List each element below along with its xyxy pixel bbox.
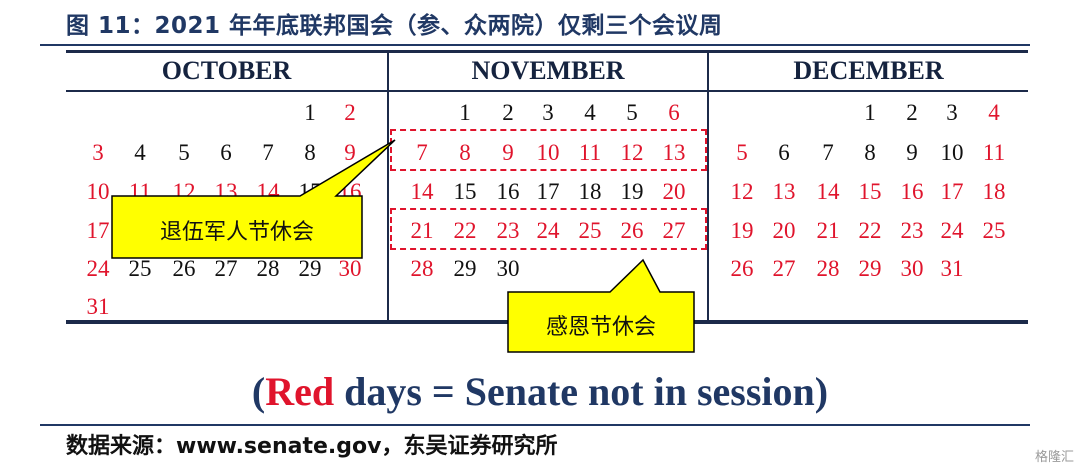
source-rule xyxy=(40,424,1030,426)
legend-open: ( xyxy=(251,369,266,414)
legend-red-word: Red xyxy=(265,369,335,414)
veterans-callout-label: 退伍军人节休会 xyxy=(159,220,314,245)
watermark: 格隆汇 xyxy=(1034,450,1074,465)
source-note: 数据来源：www.senate.gov，东吴证券研究所 xyxy=(66,434,558,459)
thanksgiving-callout-label: 感恩节休会 xyxy=(545,315,656,340)
legend: (Red days = Senate not in session) xyxy=(0,368,1080,415)
legend-text: days = Senate not in session) xyxy=(334,369,829,414)
